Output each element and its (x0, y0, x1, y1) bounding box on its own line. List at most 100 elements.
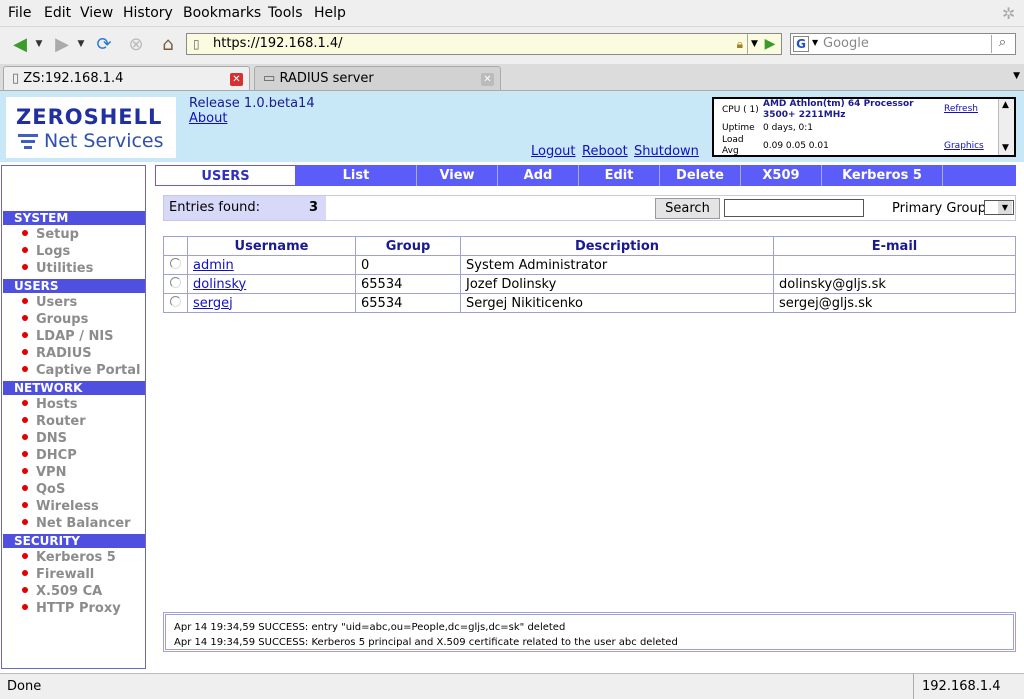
sidebar-item-groups[interactable]: Groups (22, 311, 88, 328)
sysinfo-scrollbar[interactable]: ▲ ▼ (998, 99, 1014, 155)
sidebar-item-setup[interactable]: Setup (22, 226, 79, 243)
search-box[interactable]: G ▼ Google ⌕ (790, 33, 1016, 55)
username-link[interactable]: admin (193, 258, 234, 273)
tab-list[interactable]: List (296, 165, 417, 186)
url-bar[interactable]: ▯ https://192.168.1.4/ 🔒︎ ▼ (186, 33, 782, 55)
sidebar-item-label: DHCP (36, 448, 77, 463)
about-link[interactable]: About (189, 111, 227, 126)
row-radio[interactable] (163, 293, 188, 313)
sidebar-item-vpn[interactable]: VPN (22, 464, 66, 481)
tab-add[interactable]: Add (498, 165, 579, 186)
menu-help[interactable]: Help (314, 5, 346, 21)
radio-icon[interactable] (170, 257, 181, 269)
cpu-value: AMD Athlon(tm) 64 Processor 3500+ 2211MH… (763, 99, 914, 120)
bullet-icon (22, 229, 28, 236)
username-link[interactable]: dolinsky (193, 277, 246, 292)
refresh-link[interactable]: Refresh (944, 104, 978, 114)
sidebar-item-label: DNS (36, 431, 68, 446)
menu-view[interactable]: View (80, 5, 113, 21)
sidebar-item-dns[interactable]: DNS (22, 430, 67, 447)
username-link[interactable]: sergej (193, 296, 233, 311)
sidebar-item-firewall[interactable]: Firewall (22, 566, 94, 583)
sidebar-item-wireless[interactable]: Wireless (22, 498, 99, 515)
bullet-icon (22, 263, 28, 270)
header-username[interactable]: Username (187, 236, 356, 256)
close-icon[interactable]: ✕ (481, 73, 494, 86)
logo-stripe (21, 140, 35, 143)
menu-file[interactable]: File (8, 5, 31, 21)
shutdown-link[interactable]: Shutdown (634, 144, 699, 159)
logout-link[interactable]: Logout (531, 144, 576, 159)
sidebar-section-users: USERS (3, 279, 145, 293)
url-text: https://192.168.1.4/ (213, 36, 343, 51)
header-description[interactable]: Description (460, 236, 774, 256)
sidebar-item-x-509-ca[interactable]: X.509 CA (22, 583, 102, 600)
bullet-icon (22, 450, 28, 457)
primary-group-select[interactable]: ▼ (984, 200, 1014, 215)
sidebar-item-qos[interactable]: QoS (22, 481, 65, 498)
reload-icon[interactable]: ⟳ (91, 32, 117, 56)
scroll-down-icon[interactable]: ▼ (1002, 143, 1009, 153)
header-group[interactable]: Group (355, 236, 461, 256)
sidebar-item-net-balancer[interactable]: Net Balancer (22, 515, 131, 532)
radio-icon[interactable] (170, 295, 181, 307)
menu-bookmarks[interactable]: Bookmarks (183, 5, 261, 21)
stop-icon[interactable]: ⊗ (123, 32, 149, 56)
reboot-link[interactable]: Reboot (582, 144, 628, 159)
sidebar-item-router[interactable]: Router (22, 413, 86, 430)
sidebar-item-dhcp[interactable]: DHCP (22, 447, 77, 464)
forward-arrow-icon[interactable]: ▶ (48, 32, 76, 56)
sidebar-item-hosts[interactable]: Hosts (22, 396, 78, 413)
engine-dropdown-icon[interactable]: ▼ (812, 38, 818, 47)
tab-radius[interactable]: ▭ RADIUS server ✕ (254, 66, 501, 90)
folder-icon: ▭ (263, 71, 276, 86)
search-magnifier-icon[interactable]: ⌕ (991, 35, 1013, 53)
radio-icon[interactable] (170, 276, 181, 288)
table-row: admin 0 System Administrator (163, 255, 1016, 275)
row-radio[interactable] (163, 255, 188, 275)
tab-list-icon[interactable]: ▼ (1013, 71, 1020, 81)
search-button[interactable]: Search (655, 198, 720, 219)
tab-kerberos[interactable]: Kerberos 5 (822, 165, 943, 186)
menu-edit[interactable]: Edit (44, 5, 71, 21)
cell-email (773, 255, 1016, 275)
sidebar-item-label: Kerberos 5 (36, 550, 116, 565)
sidebar-item-users[interactable]: Users (22, 294, 77, 311)
tab-users[interactable]: USERS (155, 165, 296, 186)
back-arrow-icon[interactable]: ◀ (6, 32, 34, 56)
sidebar-item-captive-portal[interactable]: Captive Portal (22, 362, 140, 379)
scroll-up-icon[interactable]: ▲ (1002, 100, 1009, 110)
sidebar-item-label: RADIUS (36, 346, 92, 361)
google-engine-icon[interactable]: G (793, 36, 809, 52)
chevron-down-icon: ▼ (998, 201, 1012, 214)
url-dropdown-icon[interactable]: ▼ (747, 34, 761, 54)
menu-history[interactable]: History (123, 5, 173, 21)
sidebar-item-radius[interactable]: RADIUS (22, 345, 92, 362)
tab-x509[interactable]: X509 (741, 165, 822, 186)
tab-edit[interactable]: Edit (579, 165, 660, 186)
sidebar-item-ldap-nis[interactable]: LDAP / NIS (22, 328, 114, 345)
users-toolbar: USERS List View Add Edit Delete X509 Ker… (155, 165, 1016, 186)
close-icon[interactable]: ✕ (230, 73, 243, 86)
header-email[interactable]: E-mail (773, 236, 1016, 256)
users-table: Username Group Description E-mail admin 0… (163, 236, 1016, 313)
menu-tools[interactable]: Tools (268, 5, 303, 21)
sidebar-item-utilities[interactable]: Utilities (22, 260, 93, 277)
go-icon[interactable]: ▶ (760, 33, 780, 55)
sidebar-item-label: HTTP Proxy (36, 601, 121, 616)
sidebar-item-label: QoS (36, 482, 66, 497)
forward-dropdown-icon[interactable]: ▼ (76, 32, 86, 56)
search-input[interactable] (724, 199, 864, 217)
home-icon[interactable]: ⌂ (155, 32, 181, 56)
back-dropdown-icon[interactable]: ▼ (34, 32, 44, 56)
tab-view[interactable]: View (417, 165, 498, 186)
sidebar-item-http-proxy[interactable]: HTTP Proxy (22, 600, 121, 617)
tab-zeroshell[interactable]: ▯ ZS:192.168.1.4 ✕ (3, 66, 250, 90)
sidebar-item-logs[interactable]: Logs (22, 243, 70, 260)
sidebar-item-kerberos-5[interactable]: Kerberos 5 (22, 549, 116, 566)
tab-delete[interactable]: Delete (660, 165, 741, 186)
row-radio[interactable] (163, 274, 188, 294)
sidebar-item-label: Groups (36, 312, 89, 327)
lock-icon[interactable]: 🔒︎ (737, 34, 743, 54)
graphics-link[interactable]: Graphics (944, 141, 984, 151)
